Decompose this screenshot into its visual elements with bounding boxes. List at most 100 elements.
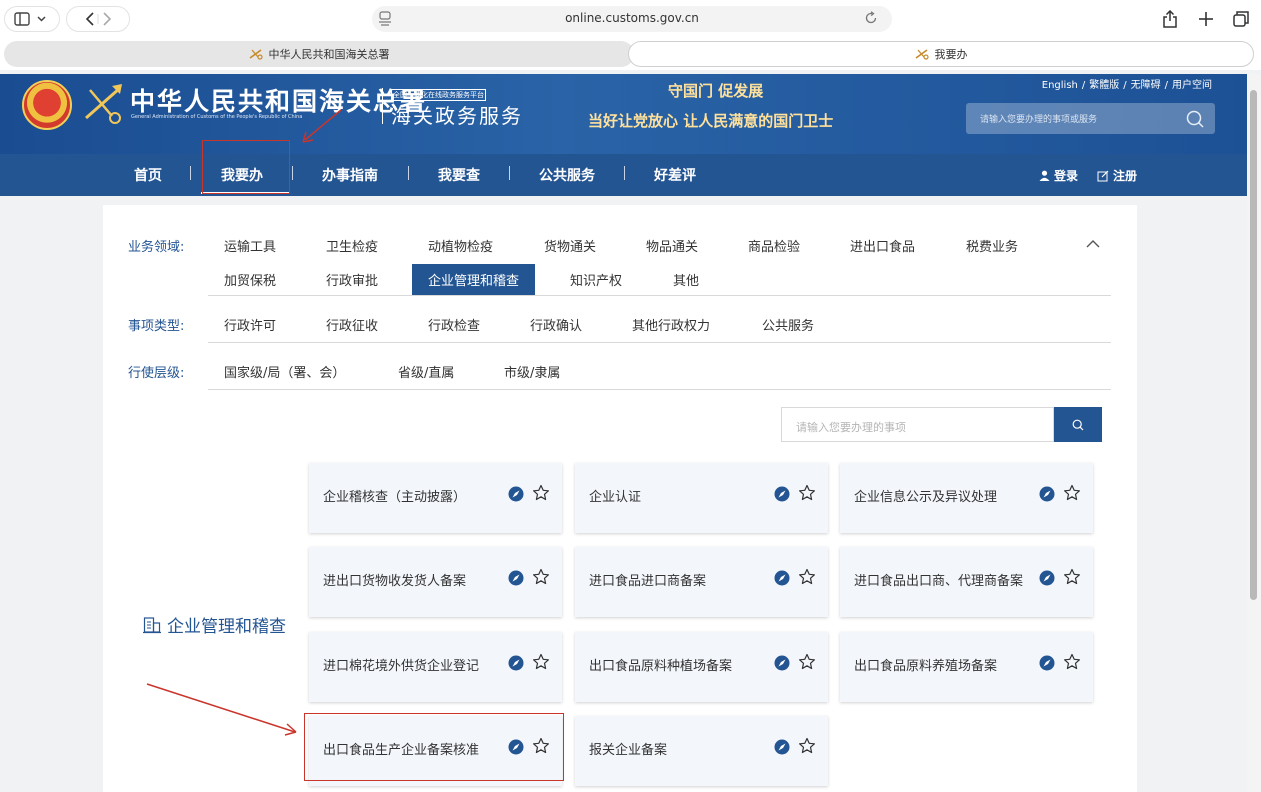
favorite-star-icon[interactable] xyxy=(798,653,816,671)
favorite-star-icon[interactable] xyxy=(798,568,816,586)
register-label: 注册 xyxy=(1113,169,1138,183)
service-card[interactable]: 报关企业备案 xyxy=(575,716,828,786)
search-icon[interactable] xyxy=(1185,109,1205,129)
nav-home[interactable]: 首页 xyxy=(134,165,162,185)
category-title-text: 企业管理和稽查 xyxy=(167,617,286,637)
forward-icon[interactable] xyxy=(103,12,112,26)
favorite-star-icon[interactable] xyxy=(798,737,816,755)
filter-level-label: 行使层级: xyxy=(128,366,185,381)
filter-domain-option[interactable]: 加贸保税 xyxy=(224,270,276,289)
filter-type-label: 事项类型: xyxy=(128,319,185,334)
nav-rating[interactable]: 好差评 xyxy=(654,165,696,185)
register-link[interactable]: 注册 xyxy=(1097,167,1137,184)
filter-type-option[interactable]: 行政征收 xyxy=(326,315,378,334)
filter-level-option[interactable]: 国家级/局（署、会） xyxy=(224,362,345,381)
favorite-star-icon[interactable] xyxy=(1063,568,1081,586)
filter-domain-option[interactable]: 税费业务 xyxy=(966,236,1018,255)
favorite-star-icon[interactable] xyxy=(532,568,550,586)
favorite-star-icon[interactable] xyxy=(1063,653,1081,671)
share-icon[interactable] xyxy=(1163,10,1177,28)
service-card[interactable]: 出口食品原料养殖场备案 xyxy=(840,632,1093,702)
service-card-label: 企业信息公示及异议处理 xyxy=(854,490,998,505)
nav-guide[interactable]: 办事指南 xyxy=(322,165,378,185)
link-english[interactable]: English xyxy=(1042,80,1078,91)
favorite-star-icon[interactable] xyxy=(532,484,550,502)
service-card-label: 进出口货物收发货人备案 xyxy=(323,574,467,589)
filter-domain-option[interactable]: 知识产权 xyxy=(570,270,622,289)
annotation-box-nav xyxy=(202,140,290,194)
filter-domain-option-selected[interactable]: 企业管理和稽查 xyxy=(412,264,536,295)
filter-type-option[interactable]: 其他行政权力 xyxy=(632,315,710,334)
service-card[interactable]: 出口食品原料种植场备案 xyxy=(575,632,828,702)
filter-type-option[interactable]: 行政确认 xyxy=(530,315,582,334)
guide-compass-icon[interactable] xyxy=(774,486,790,502)
service-card[interactable]: 进口棉花境外供货企业登记 xyxy=(309,632,562,702)
filter-type-option[interactable]: 公共服务 xyxy=(762,315,814,334)
service-card[interactable]: 企业稽核查（主动披露） xyxy=(309,463,562,533)
address-bar[interactable]: online.customs.gov.cn xyxy=(372,6,892,32)
filter-domain-option[interactable]: 商品检验 xyxy=(748,236,800,255)
guide-compass-icon[interactable] xyxy=(1039,570,1055,586)
login-link[interactable]: 登录 xyxy=(1039,167,1078,184)
filter-domain-option[interactable]: 卫生检疫 xyxy=(326,236,378,255)
item-search-input[interactable]: 请输入您要办理的事项 xyxy=(781,407,1054,442)
service-card[interactable]: 进口食品进口商备案 xyxy=(575,547,828,617)
link-accessibility[interactable]: 无障碍 xyxy=(1131,80,1161,91)
guide-compass-icon[interactable] xyxy=(774,570,790,586)
service-card-label: 出口食品原料种植场备案 xyxy=(589,659,733,674)
scrollbar-thumb[interactable] xyxy=(1250,90,1257,600)
favorite-star-icon[interactable] xyxy=(1063,484,1081,502)
service-card[interactable]: 进出口货物收发货人备案 xyxy=(309,547,562,617)
browser-tabstrip: 中华人民共和国海关总署 我要办 xyxy=(0,38,1261,70)
service-card[interactable]: 企业认证 xyxy=(575,463,828,533)
browser-tab-woyaoban[interactable]: 我要办 xyxy=(628,41,1254,67)
tab-overview-icon[interactable] xyxy=(1233,11,1249,27)
filter-domain-label: 业务领域: xyxy=(128,240,185,255)
favorite-star-icon[interactable] xyxy=(798,484,816,502)
browser-tab-customs-home[interactable]: 中华人民共和国海关总署 xyxy=(4,41,634,67)
filter-domain-option[interactable]: 货物通关 xyxy=(544,236,596,255)
guide-compass-icon[interactable] xyxy=(774,655,790,671)
new-tab-icon[interactable] xyxy=(1199,12,1213,26)
guide-compass-icon[interactable] xyxy=(1039,486,1055,502)
filter-domain-option[interactable]: 其他 xyxy=(673,270,699,289)
nav-public-service[interactable]: 公共服务 xyxy=(539,165,595,185)
customs-favicon-icon xyxy=(249,49,263,60)
filter-domain-option[interactable]: 动植物检疫 xyxy=(428,236,493,255)
header-search-input[interactable]: 请输入您要办理的事项或服务 xyxy=(966,103,1215,134)
chevron-up-icon[interactable] xyxy=(1086,239,1100,248)
filter-domain-option[interactable]: 运输工具 xyxy=(224,236,276,255)
page-scrollbar[interactable] xyxy=(1247,74,1261,792)
category-title: 企业管理和稽查 xyxy=(143,612,286,637)
platform-title: 海关政务服务 xyxy=(391,104,523,128)
link-user-space[interactable]: 用户空间 xyxy=(1172,80,1212,91)
filter-domain-option[interactable]: 行政审批 xyxy=(326,270,378,289)
sidebar-toggle-button[interactable] xyxy=(4,6,60,32)
guide-compass-icon[interactable] xyxy=(508,655,524,671)
filter-level-option[interactable]: 省级/直属 xyxy=(398,362,454,381)
nav-divider xyxy=(190,166,191,180)
nav-divider xyxy=(292,166,293,180)
item-search-button[interactable] xyxy=(1054,407,1102,442)
guide-compass-icon[interactable] xyxy=(508,570,524,586)
filter-domain-option[interactable]: 物品通关 xyxy=(646,236,698,255)
service-card-label: 进口食品进口商备案 xyxy=(589,574,707,589)
service-card-label: 出口食品原料养殖场备案 xyxy=(854,659,998,674)
service-card-label: 企业认证 xyxy=(589,490,642,505)
filter-type-option[interactable]: 行政检查 xyxy=(428,315,480,334)
service-card[interactable]: 进口食品出口商、代理商备案 xyxy=(840,547,1093,617)
nav-divider xyxy=(624,166,625,180)
guide-compass-icon[interactable] xyxy=(508,486,524,502)
back-icon[interactable] xyxy=(85,12,94,26)
service-card[interactable]: 企业信息公示及异议处理 xyxy=(840,463,1093,533)
filter-level-option[interactable]: 市级/隶属 xyxy=(504,362,560,381)
reload-icon[interactable] xyxy=(864,11,878,25)
filter-domain-option[interactable]: 进出口食品 xyxy=(850,236,915,255)
link-traditional[interactable]: 繁體版 xyxy=(1089,80,1119,91)
guide-compass-icon[interactable] xyxy=(774,739,790,755)
filter-type-option[interactable]: 行政许可 xyxy=(224,315,276,334)
nav-query[interactable]: 我要查 xyxy=(438,165,480,185)
building-icon xyxy=(143,616,161,633)
guide-compass-icon[interactable] xyxy=(1039,655,1055,671)
favorite-star-icon[interactable] xyxy=(532,653,550,671)
